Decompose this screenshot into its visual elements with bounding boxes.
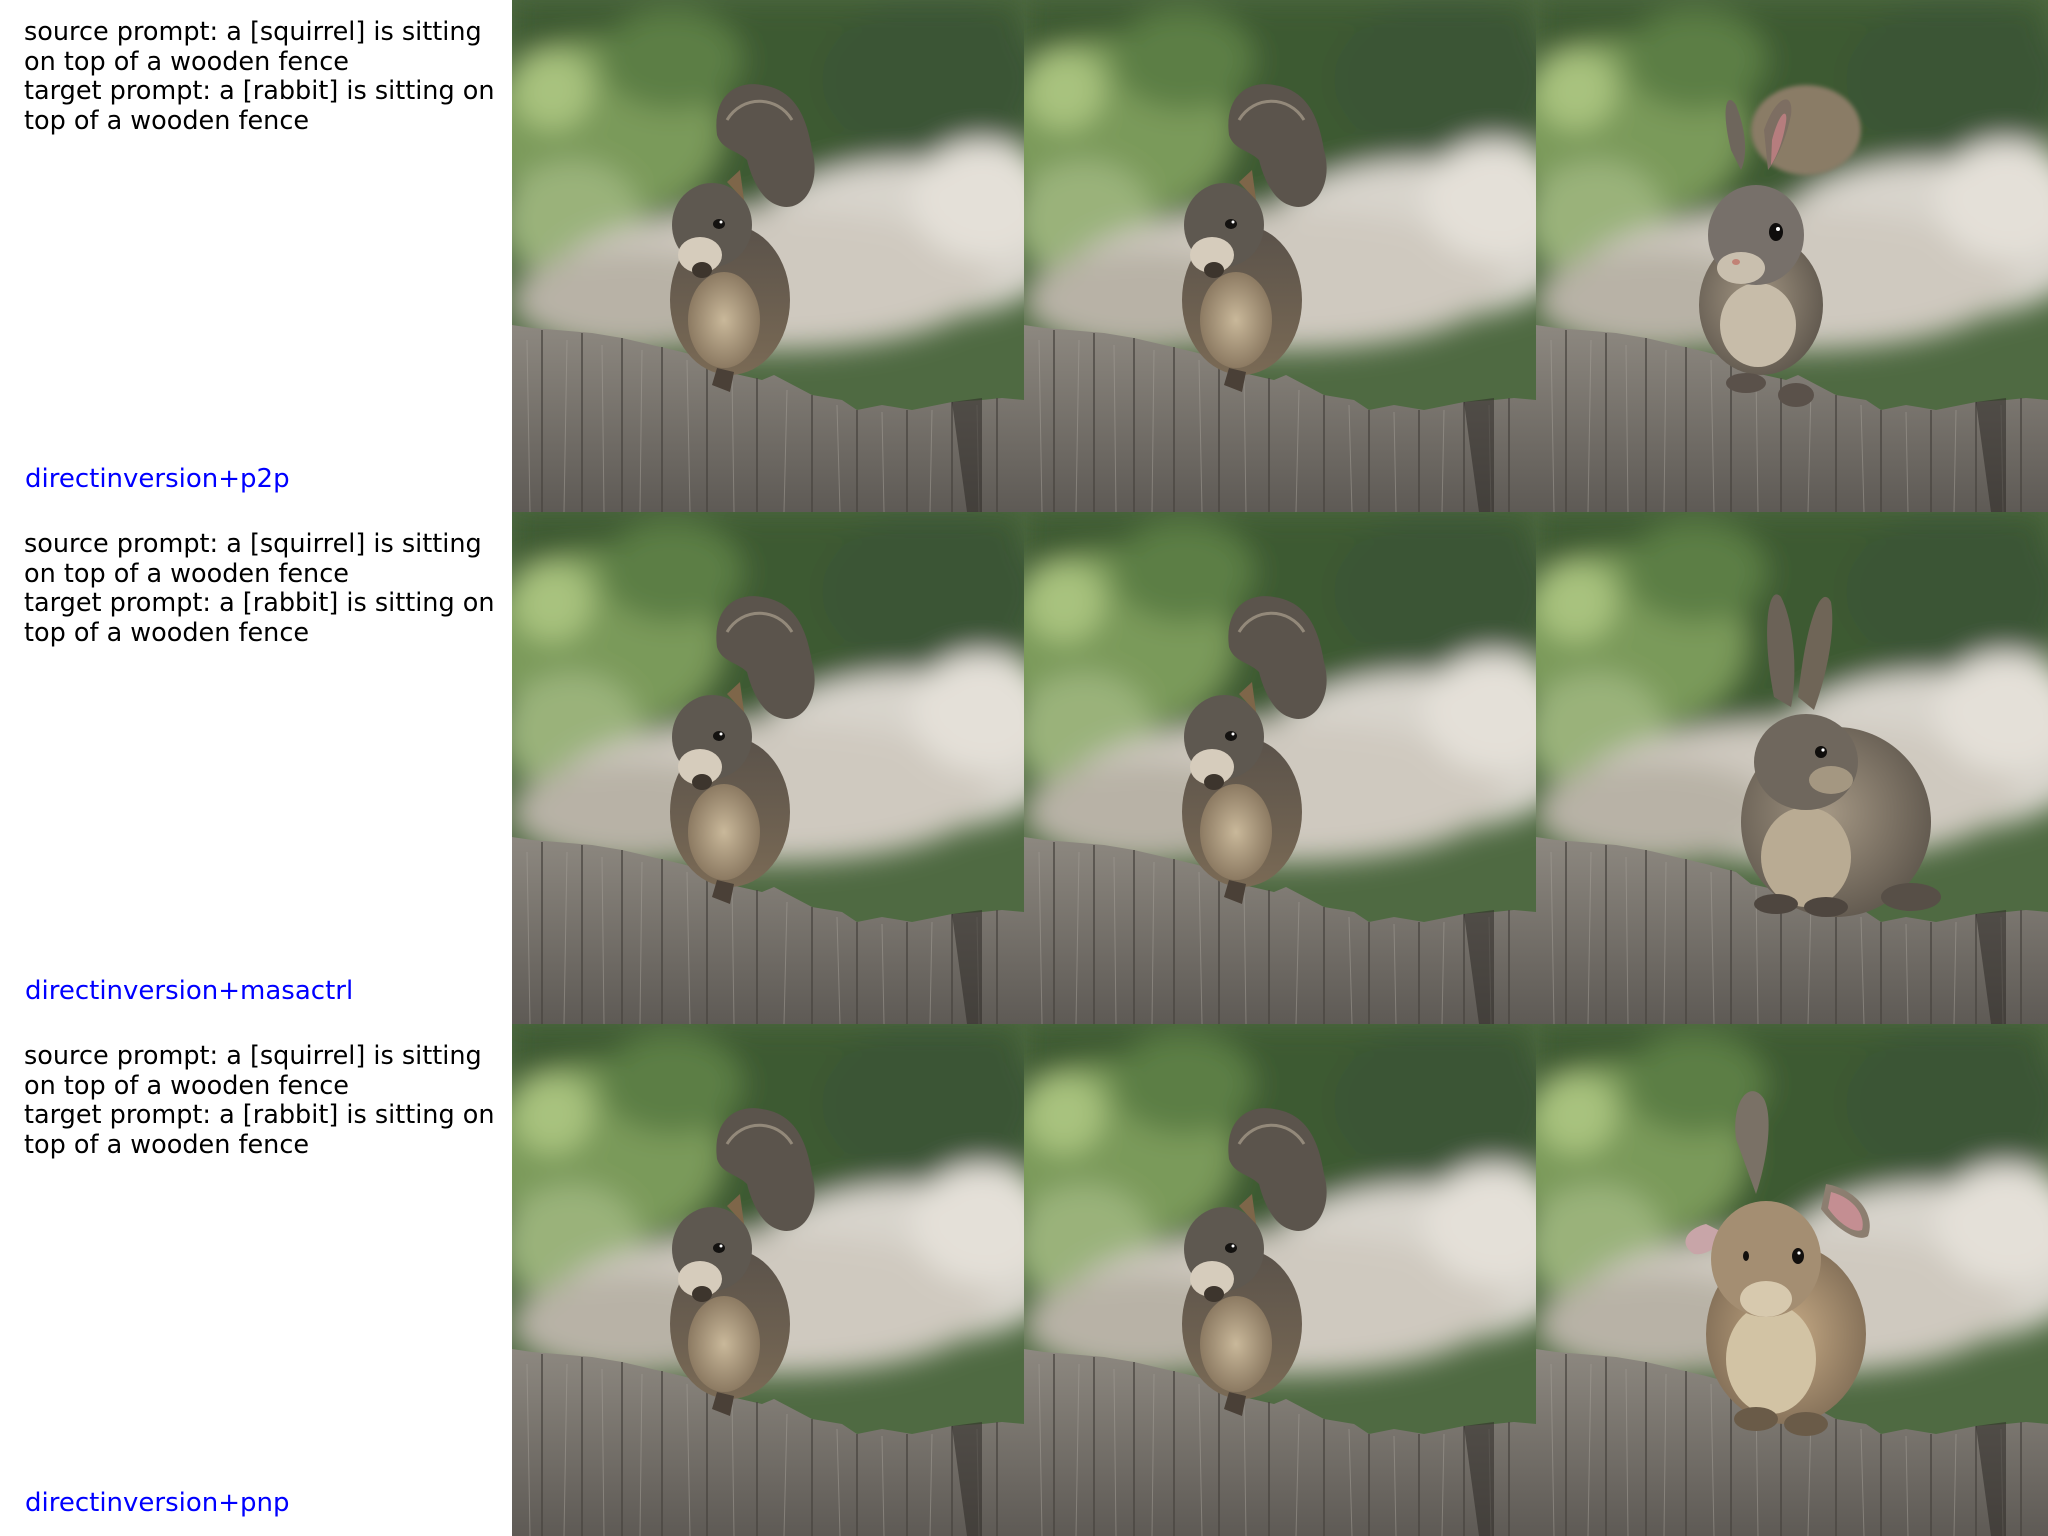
target-prompt-line: top of a wooden fence bbox=[24, 617, 310, 648]
source-prompt-line: source prompt: a [squirrel] is sitting bbox=[24, 17, 482, 47]
edited-image bbox=[1536, 0, 2048, 512]
reconstruction-image bbox=[1024, 0, 1536, 512]
comparison-row: source prompt: a [squirrel] is sitting o… bbox=[0, 1024, 2048, 1536]
target-prompt-line: target prompt: a [rabbit] is sitting on bbox=[24, 76, 495, 106]
prompt-panel: source prompt: a [squirrel] is sitting o… bbox=[0, 1024, 512, 1536]
source-prompt-line: on top of a wooden fence bbox=[24, 1070, 349, 1101]
source-image bbox=[512, 0, 1024, 512]
comparison-row: source prompt: a [squirrel] is sitting o… bbox=[0, 512, 2048, 1024]
target-prompt-line: target prompt: a [rabbit] is sitting on bbox=[24, 1100, 495, 1130]
reconstruction-image bbox=[1024, 512, 1536, 1024]
edited-image bbox=[1536, 512, 2048, 1024]
reconstruction-image bbox=[1024, 1024, 1536, 1536]
method-label: directinversion+p2p bbox=[25, 464, 290, 494]
source-prompt-line: on top of a wooden fence bbox=[24, 46, 349, 77]
edited-image bbox=[1536, 1024, 2048, 1536]
target-prompt-line: target prompt: a [rabbit] is sitting on bbox=[24, 588, 495, 618]
prompt-text: source prompt: a [squirrel] is sitting o… bbox=[24, 1041, 504, 1160]
source-prompt-line: on top of a wooden fence bbox=[24, 558, 349, 589]
method-label: directinversion+masactrl bbox=[25, 976, 354, 1006]
source-prompt-line: source prompt: a [squirrel] is sitting bbox=[24, 529, 482, 559]
comparison-row: source prompt: a [squirrel] is sitting o… bbox=[0, 0, 2048, 512]
source-image bbox=[512, 512, 1024, 1024]
source-prompt-line: source prompt: a [squirrel] is sitting bbox=[24, 1041, 482, 1071]
target-prompt-line: top of a wooden fence bbox=[24, 105, 310, 136]
prompt-text: source prompt: a [squirrel] is sitting o… bbox=[24, 17, 504, 136]
prompt-panel: source prompt: a [squirrel] is sitting o… bbox=[0, 512, 512, 1024]
prompt-panel: source prompt: a [squirrel] is sitting o… bbox=[0, 0, 512, 512]
comparison-grid: source prompt: a [squirrel] is sitting o… bbox=[0, 0, 2048, 1536]
target-prompt-line: top of a wooden fence bbox=[24, 1129, 310, 1160]
source-image bbox=[512, 1024, 1024, 1536]
method-label: directinversion+pnp bbox=[25, 1488, 290, 1518]
prompt-text: source prompt: a [squirrel] is sitting o… bbox=[24, 529, 504, 648]
